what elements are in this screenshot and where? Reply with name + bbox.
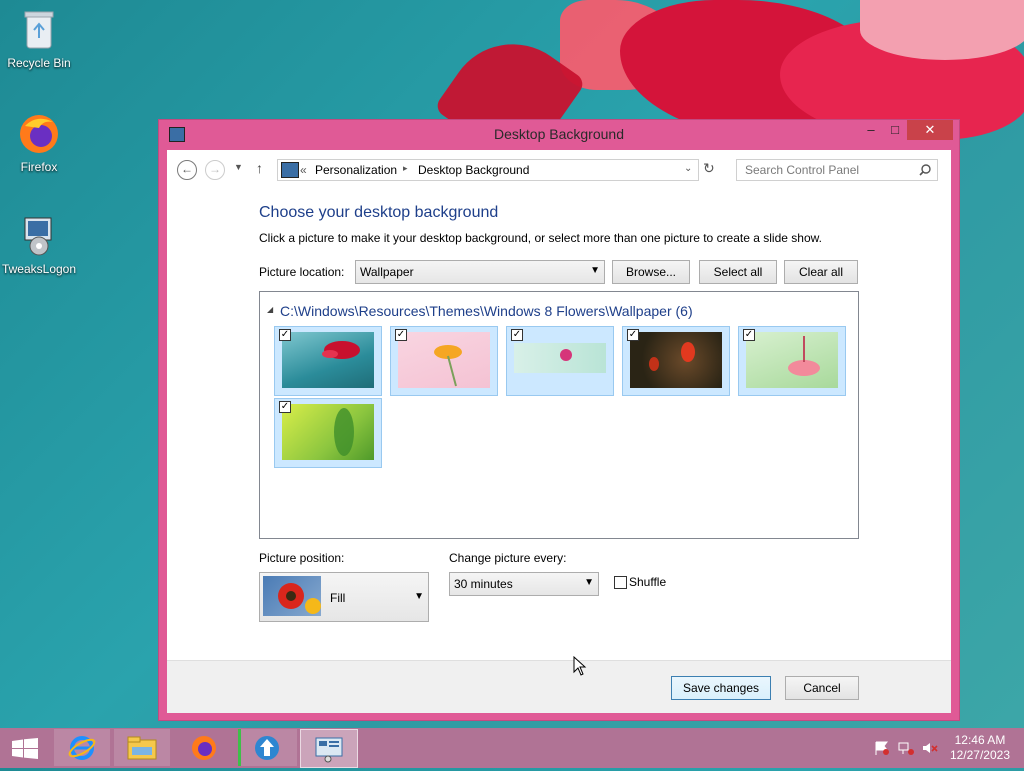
desktop-icon-label: TweaksLogon bbox=[1, 262, 77, 276]
change-picture-value: 30 minutes bbox=[454, 577, 513, 591]
thumbnail-checkbox[interactable]: ✓ bbox=[279, 401, 291, 413]
desktop-icon-firefox[interactable]: Firefox bbox=[0, 112, 78, 174]
system-clock[interactable]: 12:46 AM 12/27/2023 bbox=[950, 733, 1010, 763]
up-button[interactable]: ↑ bbox=[256, 160, 263, 176]
wallpaper-thumbnail[interactable]: ✓ bbox=[738, 326, 846, 396]
change-picture-select[interactable]: 30 minutes ▼ bbox=[449, 572, 599, 596]
maximize-button[interactable]: □ bbox=[881, 120, 909, 140]
wallpaper-image bbox=[282, 332, 374, 388]
start-button[interactable] bbox=[12, 738, 38, 763]
select-all-button[interactable]: Select all bbox=[699, 260, 777, 284]
picture-position-label: Picture position: bbox=[259, 551, 345, 565]
thumbnail-checkbox[interactable]: ✓ bbox=[743, 329, 755, 341]
folder-group-header[interactable]: C:\Windows\Resources\Themes\Windows 8 Fl… bbox=[280, 303, 693, 319]
fill-preview-image bbox=[263, 576, 321, 616]
change-picture-label: Change picture every: bbox=[449, 551, 567, 565]
network-icon[interactable] bbox=[898, 741, 914, 758]
save-changes-button[interactable]: Save changes bbox=[671, 676, 771, 700]
picture-location-label: Picture location: bbox=[259, 265, 345, 279]
desktop-icon-tweakslogon[interactable]: TweaksLogon bbox=[0, 214, 78, 276]
shuffle-label[interactable]: Shuffle bbox=[629, 575, 666, 589]
clock-date: 12/27/2023 bbox=[949, 748, 1010, 762]
taskbar-internet-explorer[interactable] bbox=[54, 729, 110, 766]
clock-time: 12:46 AM bbox=[954, 733, 1006, 747]
title-bar[interactable]: Desktop Background – □ ✕ bbox=[159, 120, 959, 148]
page-description: Click a picture to make it your desktop … bbox=[259, 231, 822, 245]
back-button[interactable]: ← bbox=[177, 160, 197, 180]
wallpaper-image bbox=[282, 404, 374, 460]
address-bar[interactable]: « Personalization ▸ Desktop Background ⌄ bbox=[277, 159, 699, 181]
firefox-icon bbox=[192, 736, 216, 760]
control-panel-icon bbox=[281, 162, 299, 178]
internet-explorer-icon bbox=[68, 736, 96, 760]
shuffle-checkbox[interactable] bbox=[614, 576, 627, 589]
wallpaper-image bbox=[514, 343, 606, 373]
thumbnail-checkbox[interactable]: ✓ bbox=[395, 329, 407, 341]
recycle-bin-icon bbox=[17, 8, 61, 52]
forward-button[interactable]: → bbox=[205, 160, 225, 180]
breadcrumb-personalization[interactable]: Personalization bbox=[315, 163, 397, 177]
tweakslogon-icon bbox=[17, 214, 61, 258]
picture-position-select[interactable]: Fill ▼ bbox=[259, 572, 429, 622]
breadcrumb-overflow[interactable]: « bbox=[300, 163, 307, 177]
taskbar: 12:46 AM 12/27/2023 bbox=[0, 728, 1024, 768]
folder-icon bbox=[127, 736, 157, 760]
wallpaper-thumbnail[interactable]: ✓ bbox=[274, 398, 382, 468]
refresh-button[interactable]: ↻ bbox=[703, 160, 715, 177]
taskbar-firefox[interactable] bbox=[176, 729, 232, 766]
wallpaper-petal bbox=[860, 0, 1024, 60]
wallpaper-image bbox=[398, 332, 490, 388]
breadcrumb-separator: ▸ bbox=[403, 163, 408, 173]
volume-muted-icon[interactable] bbox=[922, 741, 938, 758]
chevron-down-icon: ▼ bbox=[414, 591, 424, 602]
desktop-icon-label: Firefox bbox=[20, 160, 58, 174]
wallpaper-image bbox=[746, 332, 838, 388]
taskbar-control-panel[interactable] bbox=[300, 729, 358, 768]
upload-globe-icon bbox=[255, 736, 279, 760]
windows-logo-icon bbox=[12, 738, 38, 759]
picture-position-value: Fill bbox=[330, 591, 346, 605]
clear-all-button[interactable]: Clear all bbox=[784, 260, 858, 284]
window-title: Desktop Background bbox=[494, 126, 624, 142]
desktop-icon-label: Recycle Bin bbox=[7, 56, 71, 70]
chevron-down-icon: ▼ bbox=[584, 577, 594, 588]
recent-locations-chevron-icon[interactable]: ▼ bbox=[234, 162, 243, 172]
wallpaper-image bbox=[630, 332, 722, 388]
taskbar-file-explorer[interactable] bbox=[114, 729, 170, 766]
search-placeholder: Search Control Panel bbox=[745, 163, 860, 177]
collapse-triangle-icon[interactable]: ◢ bbox=[267, 305, 273, 314]
navigation-bar: ← → ▼ ↑ « Personalization ▸ Desktop Back… bbox=[167, 150, 951, 188]
page-title: Choose your desktop background bbox=[259, 204, 499, 221]
close-button[interactable]: ✕ bbox=[907, 120, 953, 140]
search-input[interactable]: Search Control Panel bbox=[736, 159, 938, 181]
control-panel-icon bbox=[315, 737, 343, 763]
picture-location-value: Wallpaper bbox=[360, 265, 414, 279]
dialog-footer: Save changes Cancel bbox=[167, 660, 951, 713]
action-center-flag-icon[interactable] bbox=[874, 741, 890, 758]
wallpaper-thumbnail[interactable]: ✓ bbox=[622, 326, 730, 396]
wallpaper-thumbnail[interactable]: ✓ bbox=[506, 326, 614, 396]
address-dropdown-chevron-icon[interactable]: ⌄ bbox=[684, 163, 692, 174]
browse-button[interactable]: Browse... bbox=[612, 260, 690, 284]
cancel-button[interactable]: Cancel bbox=[785, 676, 859, 700]
wallpaper-thumbnail[interactable]: ✓ bbox=[274, 326, 382, 396]
taskbar-tweakslogon[interactable] bbox=[238, 729, 297, 766]
desktop-background-window: Desktop Background – □ ✕ ← → ▼ ↑ « Perso… bbox=[159, 120, 959, 720]
breadcrumb-desktop-background[interactable]: Desktop Background bbox=[418, 163, 529, 177]
desktop-icon-recycle-bin[interactable]: Recycle Bin bbox=[0, 8, 78, 70]
wallpaper-gallery: ◢ C:\Windows\Resources\Themes\Windows 8 … bbox=[259, 291, 859, 539]
wallpaper-thumbnail[interactable]: ✓ bbox=[390, 326, 498, 396]
search-icon[interactable] bbox=[919, 164, 931, 176]
picture-location-select[interactable]: Wallpaper ▼ bbox=[355, 260, 605, 284]
mouse-cursor-icon bbox=[573, 656, 587, 676]
chevron-down-icon: ▼ bbox=[590, 265, 600, 276]
thumbnail-checkbox[interactable]: ✓ bbox=[511, 329, 523, 341]
firefox-icon bbox=[17, 112, 61, 156]
window-client-area: ← → ▼ ↑ « Personalization ▸ Desktop Back… bbox=[167, 150, 951, 713]
thumbnail-checkbox[interactable]: ✓ bbox=[627, 329, 639, 341]
thumbnail-checkbox[interactable]: ✓ bbox=[279, 329, 291, 341]
